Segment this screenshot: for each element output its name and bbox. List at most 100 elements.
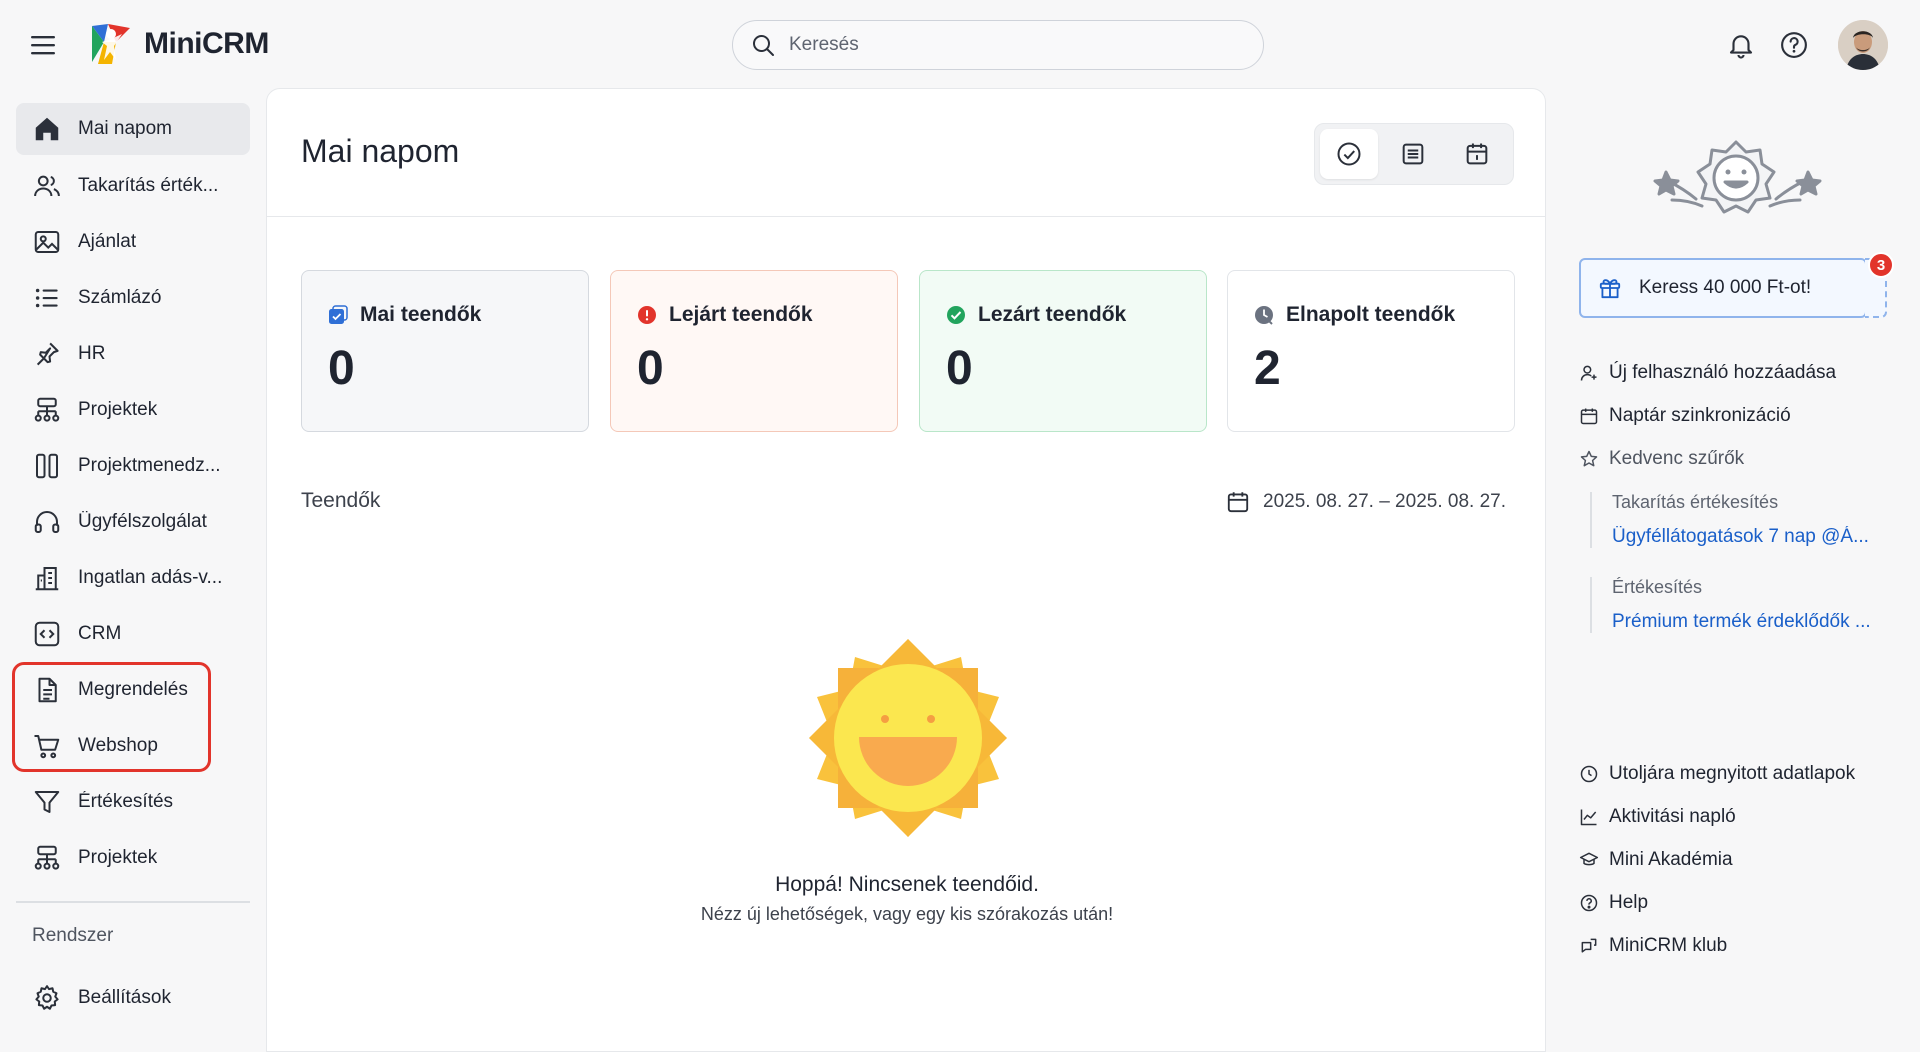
card-label: Lejárt teendők — [669, 303, 813, 326]
history-icon — [1579, 764, 1599, 784]
star-icon — [1579, 449, 1599, 469]
sidebar-item-crm[interactable]: CRM — [16, 608, 250, 660]
funnel-icon — [32, 787, 62, 817]
card-elnapolt-teendok[interactable]: Elnapolt teendők 2 — [1227, 270, 1515, 432]
gift-icon — [1597, 275, 1623, 301]
calendar-sync-link[interactable]: Naptár szinkronizáció — [1579, 405, 1791, 427]
card-label: Elnapolt teendők — [1286, 303, 1456, 326]
check-circle-icon — [1335, 140, 1363, 168]
alert-icon — [637, 305, 657, 325]
home-icon — [32, 114, 62, 144]
sidebar-item-hr[interactable]: HR — [16, 328, 250, 380]
sidebar-item-label: Projektmenedz... — [78, 455, 221, 476]
favorite-category: Takarítás értékesítés — [1612, 492, 1779, 512]
graduation-cap-icon — [1579, 850, 1599, 870]
tasks-view-button[interactable] — [1320, 129, 1378, 179]
calendar-icon — [1225, 489, 1251, 515]
card-value: 0 — [328, 342, 355, 395]
link-label: Help — [1609, 892, 1649, 913]
favorite-category: Értékesítés — [1612, 577, 1703, 597]
search-input[interactable] — [789, 34, 1263, 56]
sidebar-item-projektek-2[interactable]: Projektek — [16, 832, 250, 884]
recent-records-link[interactable]: Utoljára megnyitott adatlapok — [1579, 763, 1855, 785]
headset-icon — [32, 507, 62, 537]
calendar-sync-icon — [1579, 406, 1599, 426]
gear-icon — [32, 983, 62, 1013]
card-lejart-teendok[interactable]: Lejárt teendők 0 — [610, 270, 898, 432]
sidebar-item-takaritas[interactable]: Takarítás érték... — [16, 160, 250, 212]
summary-cards: Mai teendők 0 Lejárt teendők 0 Lezárt te… — [301, 270, 1515, 432]
sidebar-item-mai-napom[interactable]: Mai napom — [16, 103, 250, 155]
main-panel: Mai napom Mai teendők 0 Lejárt teendők 0… — [266, 88, 1546, 1052]
card-value: 2 — [1254, 342, 1281, 395]
date-range-picker[interactable]: 2025. 08. 27. – 2025. 08. 27. — [1225, 489, 1506, 515]
minicrm-club-link[interactable]: MiniCRM klub — [1579, 935, 1727, 957]
highlight-annotation — [12, 662, 211, 772]
card-lezart-teendok[interactable]: Lezárt teendők 0 — [919, 270, 1207, 432]
card-value: 0 — [946, 342, 973, 395]
link-label: Naptár szinkronizáció — [1609, 405, 1791, 426]
sidebar-item-beallitasok[interactable]: Beállítások — [16, 972, 250, 1024]
favorite-filters-link[interactable]: Kedvenc szűrők — [1579, 448, 1744, 470]
favorite-filter-link[interactable]: Ügyféllátogatások 7 nap @Á... — [1612, 526, 1890, 548]
favorite-filter-link[interactable]: Prémium termék érdeklődők ... — [1612, 611, 1890, 633]
sidebar-item-label: Számlázó — [78, 287, 162, 308]
pin-icon — [32, 339, 62, 369]
referral-promo-button[interactable]: Keress 40 000 Ft-ot! — [1579, 258, 1867, 318]
card-value: 0 — [637, 342, 664, 395]
link-label: Utoljára megnyitott adatlapok — [1609, 763, 1856, 784]
menu-icon[interactable] — [31, 34, 57, 56]
tasks-section-title: Teendők — [301, 489, 381, 512]
favorite-group: Takarítás értékesítés Ügyféllátogatások … — [1590, 492, 1890, 548]
app-name: MiniCRM — [144, 27, 269, 60]
sidebar-item-label: CRM — [78, 623, 122, 644]
sidebar-section-label: Rendszer — [32, 925, 114, 946]
empty-state-subtitle: Nézz új lehetőségek, vagy egy kis szórak… — [700, 904, 1114, 924]
help-link[interactable]: Help — [1579, 892, 1648, 914]
mini-academy-link[interactable]: Mini Akadémia — [1579, 849, 1733, 871]
sidebar-item-label: Ajánlat — [78, 231, 137, 252]
link-label: Új felhasználó hozzáadása — [1609, 362, 1837, 383]
building-icon — [32, 563, 62, 593]
list-view-button[interactable] — [1384, 129, 1442, 179]
users-icon — [32, 171, 62, 201]
card-label: Lezárt teendők — [978, 303, 1127, 326]
top-bar: MiniCRM — [0, 0, 1920, 88]
chart-line-icon — [1579, 807, 1599, 827]
notification-badge: 3 — [1868, 252, 1894, 278]
sidebar-item-ugyfelszolgalat[interactable]: Ügyfélszolgálat — [16, 496, 250, 548]
logo[interactable]: MiniCRM — [88, 22, 269, 66]
list-icon — [32, 283, 62, 313]
empty-state-title: Hoppá! Nincsenek teendőid. — [775, 873, 1039, 896]
divider — [16, 901, 250, 903]
calendar-view-button[interactable] — [1448, 129, 1506, 179]
sidebar-item-label: Ügyfélszolgálat — [78, 511, 207, 532]
card-mai-teendok[interactable]: Mai teendők 0 — [301, 270, 589, 432]
sidebar-item-ingatlan[interactable]: Ingatlan adás-v... — [16, 552, 250, 604]
search-bar[interactable] — [732, 20, 1264, 70]
right-panel: Keress 40 000 Ft-ot! 3 Új felhasználó ho… — [1546, 88, 1920, 1052]
link-label: Kedvenc szűrők — [1609, 448, 1745, 469]
sidebar-item-label: Ingatlan adás-v... — [78, 567, 223, 588]
checkbox-icon — [328, 305, 348, 325]
help-icon[interactable] — [1779, 30, 1809, 60]
link-label: Mini Akadémia — [1609, 849, 1733, 870]
achievement-illustration — [1646, 134, 1826, 254]
sidebar-item-ertekesites[interactable]: Értékesítés — [16, 776, 250, 828]
sidebar-item-ajanlat[interactable]: Ajánlat — [16, 216, 250, 268]
clock-icon — [1254, 305, 1274, 325]
bell-icon[interactable] — [1726, 30, 1756, 60]
sidebar-item-projektmenedzsment[interactable]: Projektmenedz... — [16, 440, 250, 492]
sidebar-item-label: Mai napom — [78, 118, 172, 139]
favorite-group: Értékesítés Prémium termék érdeklődők ..… — [1590, 577, 1890, 633]
avatar[interactable] — [1838, 20, 1888, 70]
list-view-icon — [1399, 140, 1427, 168]
sidebar-item-projektek[interactable]: Projektek — [16, 384, 250, 436]
columns-icon — [32, 451, 62, 481]
activity-log-link[interactable]: Aktivitási napló — [1579, 806, 1736, 828]
user-plus-icon — [1579, 363, 1599, 383]
sidebar-item-szamlazo[interactable]: Számlázó — [16, 272, 250, 324]
add-user-link[interactable]: Új felhasználó hozzáadása — [1579, 362, 1836, 384]
search-icon — [751, 33, 775, 57]
sun-illustration — [807, 637, 1009, 839]
